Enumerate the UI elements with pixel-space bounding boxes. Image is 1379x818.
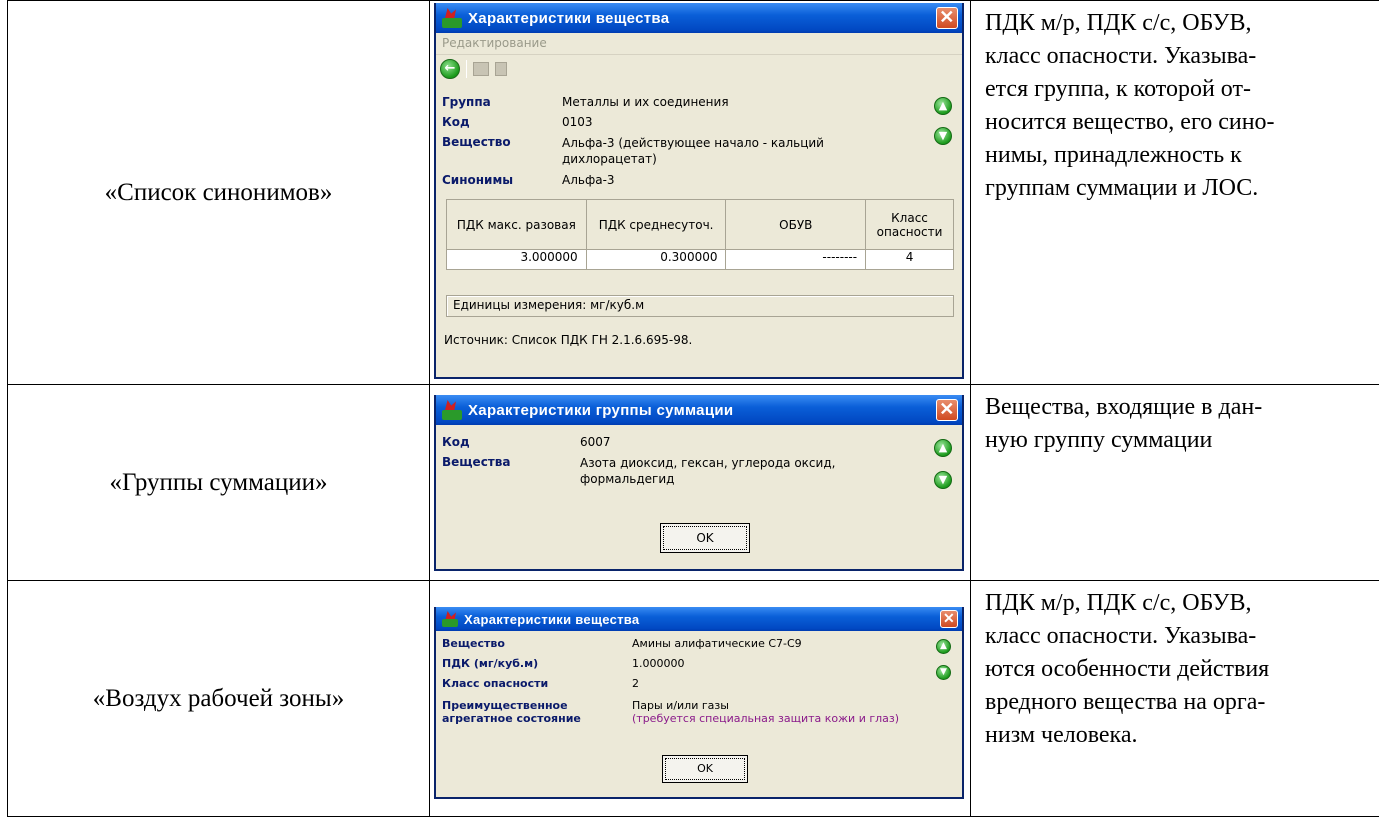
grid-header: ПДК среднесуточ. (585, 199, 727, 250)
dialog-titlebar[interactable]: Характеристики вещества ✕ (436, 3, 962, 33)
app-logo-icon (442, 8, 462, 28)
field-value: Альфа-3 (действующее начало - кальций ди… (562, 136, 824, 166)
arrow-up-icon[interactable]: ▲ (936, 639, 951, 654)
field-substances: Вещества Азота диоксид, гексан, углерода… (442, 455, 890, 487)
table-row: «Группы суммации» Характеристики группы … (7, 384, 1379, 581)
grid-header: Класс опасности (865, 199, 954, 250)
field-label: Код (442, 435, 470, 449)
row-label: «Воздух рабочей зоны» (7, 580, 430, 817)
arrow-down-icon[interactable]: ▼ (934, 471, 952, 489)
description-line: группам суммации и ЛОС. (985, 175, 1259, 201)
field-value: Металлы и их соединения (562, 95, 729, 109)
dialog-titlebar[interactable]: Характеристики вещества ✕ (436, 607, 962, 631)
field-label: Синонимы (442, 173, 514, 187)
description-line: носится вещество, его сино- (985, 109, 1275, 135)
field-code: Код 0103 (442, 115, 593, 129)
grid-cell[interactable]: -------- (725, 249, 867, 270)
field-group: Группа Металлы и их соединения (442, 95, 729, 109)
field-label: Группа (442, 95, 491, 109)
close-button[interactable]: ✕ (936, 399, 958, 421)
ok-button[interactable]: OK (662, 755, 748, 783)
close-button[interactable]: ✕ (936, 7, 958, 29)
work-zone-dialog: Характеристики вещества ✕ Вещество Амины… (434, 607, 964, 799)
field-value: 2 (632, 677, 639, 690)
field-label: Код (442, 115, 470, 129)
dialog-title: Характеристики вещества (468, 9, 670, 27)
table-row: «Список синонимов» Характеристики вещест… (7, 0, 1379, 385)
field-pdk: ПДК (мг/куб.м) 1.000000 (442, 657, 685, 670)
description-line: ПДК м/р, ПДК с/с, ОБУВ, (985, 590, 1252, 616)
description-line: ную группу суммации (985, 427, 1213, 453)
grid-header: ПДК макс. разовая (446, 199, 587, 250)
row-label: «Группы суммации» (7, 384, 430, 581)
properties-icon[interactable] (473, 62, 489, 76)
pdk-grid: ПДК макс. разовая ПДК среднесуточ. ОБУВ … (446, 199, 954, 270)
toolbar: ← (436, 55, 962, 83)
document-table: «Список синонимов» Характеристики вещест… (7, 0, 1379, 817)
field-aggregate-state: Преимущественное агрегатное состояние Па… (442, 699, 899, 725)
screenshot-cell: Характеристики группы суммации ✕ Код 600… (429, 384, 971, 581)
dialog-titlebar[interactable]: Характеристики группы суммации ✕ (436, 395, 962, 425)
description-line: вредного вещества на орга- (985, 689, 1266, 715)
menu-bar: Редактирование (436, 33, 962, 55)
arrow-up-icon[interactable]: ▲ (934, 439, 952, 457)
units-label: Единицы измерения: мг/куб.м (446, 295, 954, 317)
description-line: класс опасности. Указыва- (985, 43, 1257, 69)
field-label: Вещества (442, 455, 511, 469)
description-line: Вещества, входящие в дан- (985, 394, 1263, 420)
close-button[interactable]: ✕ (940, 610, 958, 628)
screenshot-cell: Характеристики вещества ✕ Редактирование… (429, 0, 971, 385)
source-label: Источник: Список ПДК ГН 2.1.6.695-98. (444, 333, 693, 347)
ok-button[interactable]: OK (660, 523, 750, 553)
grid-header: ОБУВ (725, 199, 867, 250)
grid-cell[interactable]: 4 (865, 249, 954, 270)
menu-edit[interactable]: Редактирование (442, 36, 547, 50)
back-arrow-icon[interactable]: ← (440, 59, 460, 79)
summation-group-dialog: Характеристики группы суммации ✕ Код 600… (434, 395, 964, 571)
field-value: Азота диоксид, гексан, углерода оксид, ф… (580, 456, 836, 486)
description-line: класс опасности. Указыва- (985, 623, 1257, 649)
toolbar-separator (466, 60, 467, 78)
description-line: ПДК м/р, ПДК с/с, ОБУВ, (985, 10, 1252, 36)
field-label: Класс опасности (442, 677, 549, 690)
row-description: Вещества, входящие в дан- ную группу сум… (970, 384, 1379, 581)
field-label: Преимущественное агрегатное состояние (442, 699, 581, 725)
field-value: Альфа-3 (562, 173, 615, 187)
screenshot-cell: Характеристики вещества ✕ Вещество Амины… (429, 580, 971, 817)
field-substance: Вещество Амины алифатические С7-С9 (442, 637, 802, 650)
arrow-down-icon[interactable]: ▼ (936, 665, 951, 680)
field-value: 0103 (562, 115, 593, 129)
field-label: Вещество (442, 135, 511, 149)
row-description: ПДК м/р, ПДК с/с, ОБУВ, класс опасности.… (970, 0, 1379, 385)
description-line: нимы, принадлежность к (985, 142, 1242, 168)
field-label: ПДК (мг/куб.м) (442, 657, 539, 670)
field-code: Код 6007 (442, 435, 611, 449)
table-row: «Воздух рабочей зоны» Характеристики вещ… (7, 580, 1379, 817)
grid-cell[interactable]: 3.000000 (446, 249, 587, 270)
field-label: Вещество (442, 637, 505, 650)
arrow-up-icon[interactable]: ▲ (934, 97, 952, 115)
arrow-down-icon[interactable]: ▼ (934, 127, 952, 145)
dialog-title: Характеристики вещества (464, 611, 640, 627)
field-value: Амины алифатические С7-С9 (632, 637, 802, 650)
row-label: «Список синонимов» (7, 0, 430, 385)
protection-note: (требуется специальная защита кожи и гла… (632, 712, 900, 725)
field-value: 6007 (580, 435, 611, 449)
description-line: ется группа, к которой от- (985, 76, 1251, 102)
description-line: низм человека. (985, 722, 1138, 748)
substance-dialog: Характеристики вещества ✕ Редактирование… (434, 3, 964, 379)
field-hazard-class: Класс опасности 2 (442, 677, 639, 690)
dialog-title: Характеристики группы суммации (468, 401, 734, 419)
description-line: ются особенности действия (985, 656, 1270, 682)
field-value: 1.000000 (632, 657, 685, 670)
grid-cell[interactable]: 0.300000 (585, 249, 727, 270)
app-logo-icon (442, 611, 458, 627)
app-logo-icon (442, 400, 462, 420)
row-description: ПДК м/р, ПДК с/с, ОБУВ, класс опасности.… (970, 580, 1379, 817)
save-icon[interactable] (495, 62, 507, 76)
field-synonyms: Синонимы Альфа-3 (442, 173, 615, 187)
field-value: Пары и/или газы (632, 699, 729, 712)
field-substance: Вещество Альфа-3 (действующее начало - к… (442, 135, 862, 167)
